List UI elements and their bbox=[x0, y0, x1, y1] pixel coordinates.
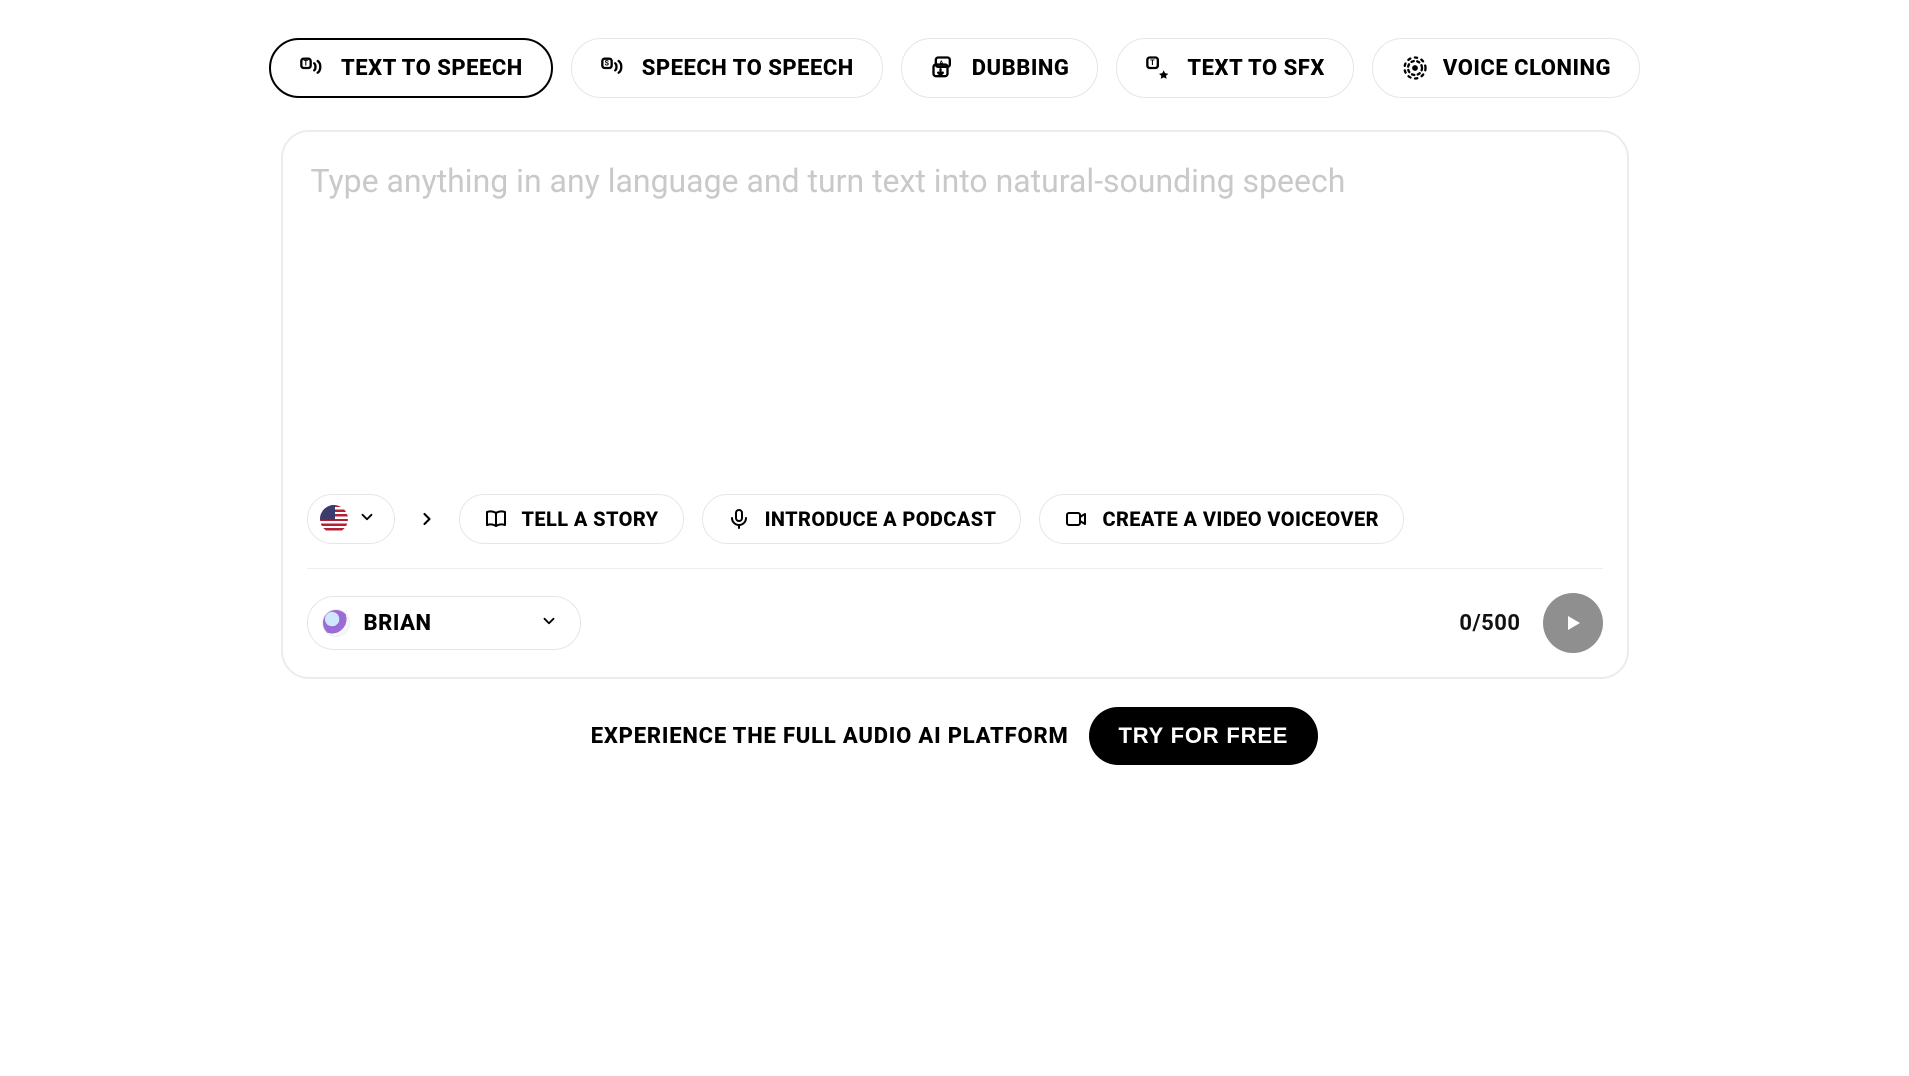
suggestion-label: TELL A STORY bbox=[522, 507, 659, 531]
video-icon bbox=[1064, 507, 1088, 531]
play-button[interactable] bbox=[1543, 593, 1603, 653]
suggestion-label: CREATE A VIDEO VOICEOVER bbox=[1102, 507, 1378, 531]
cta-row: EXPERIENCE THE FULL AUDIO AI PLATFORM TR… bbox=[281, 707, 1629, 765]
tab-dubbing[interactable]: A DUBBING bbox=[901, 38, 1099, 98]
char-counter: 0/500 bbox=[1459, 611, 1520, 636]
tab-label: TEXT TO SFX bbox=[1187, 56, 1324, 81]
sfx-icon: T bbox=[1145, 54, 1173, 82]
suggestion-label: INTRODUCE A PODCAST bbox=[765, 507, 997, 531]
voice-avatar bbox=[322, 609, 350, 637]
tab-label: SPEECH TO SPEECH bbox=[642, 56, 854, 81]
suggestion-video-voiceover[interactable]: CREATE A VIDEO VOICEOVER bbox=[1039, 494, 1403, 544]
tab-speech-to-speech[interactable]: S SPEECH TO SPEECH bbox=[571, 38, 883, 98]
bottom-row: BRIAN 0/500 bbox=[307, 593, 1603, 653]
editor-card: TELL A STORY INTRODUCE A PODCAST bbox=[281, 130, 1629, 679]
svg-text:A: A bbox=[939, 61, 944, 67]
feature-tabs: T TEXT TO SPEECH S SPEECH TO SPEECH bbox=[281, 38, 1629, 98]
divider bbox=[307, 568, 1603, 569]
cloning-icon bbox=[1401, 54, 1429, 82]
book-icon bbox=[484, 507, 508, 531]
dubbing-icon: A bbox=[930, 54, 958, 82]
tab-text-to-sfx[interactable]: T TEXT TO SFX bbox=[1116, 38, 1353, 98]
tab-label: TEXT TO SPEECH bbox=[341, 56, 523, 81]
prompt-row: TELL A STORY INTRODUCE A PODCAST bbox=[307, 492, 1603, 544]
suggestion-introduce-podcast[interactable]: INTRODUCE A PODCAST bbox=[702, 494, 1022, 544]
suggestion-tell-a-story[interactable]: TELL A STORY bbox=[459, 494, 684, 544]
svg-text:T: T bbox=[304, 60, 309, 68]
suggestions-next-button[interactable] bbox=[413, 505, 441, 533]
tts-icon: T bbox=[299, 54, 327, 82]
flag-us-icon bbox=[320, 505, 348, 533]
svg-text:S: S bbox=[604, 60, 609, 68]
language-selector[interactable] bbox=[307, 494, 395, 544]
tab-label: DUBBING bbox=[972, 56, 1070, 81]
tab-label: VOICE CLONING bbox=[1443, 56, 1611, 81]
cta-text: EXPERIENCE THE FULL AUDIO AI PLATFORM bbox=[591, 724, 1069, 749]
sts-icon: S bbox=[600, 54, 628, 82]
svg-text:T: T bbox=[1151, 59, 1156, 67]
chevron-down-icon bbox=[358, 508, 376, 530]
chevron-down-icon bbox=[540, 611, 558, 636]
voice-selector[interactable]: BRIAN bbox=[307, 596, 581, 650]
voice-name: BRIAN bbox=[364, 611, 432, 636]
text-input[interactable] bbox=[307, 156, 1603, 476]
tab-text-to-speech[interactable]: T TEXT TO SPEECH bbox=[269, 38, 553, 98]
tab-voice-cloning[interactable]: VOICE CLONING bbox=[1372, 38, 1640, 98]
try-for-free-button[interactable]: TRY FOR FREE bbox=[1089, 707, 1319, 765]
microphone-icon bbox=[727, 507, 751, 531]
